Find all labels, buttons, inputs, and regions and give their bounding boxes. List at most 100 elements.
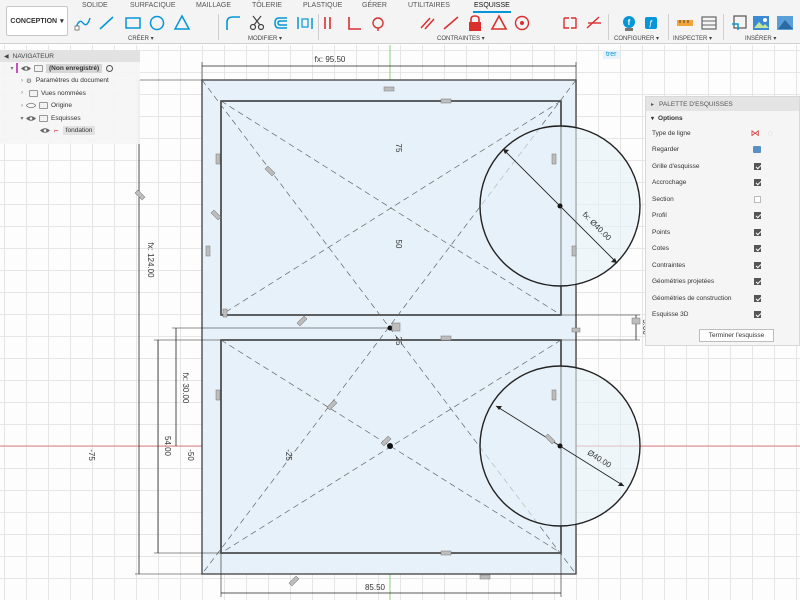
palette-row-cotes[interactable]: Cotes xyxy=(646,241,799,258)
svg-text:ƒ: ƒ xyxy=(649,19,653,28)
caret-right-icon[interactable]: › xyxy=(18,90,26,96)
checkbox[interactable] xyxy=(754,278,761,286)
nav-item-esquisses[interactable]: ▾ Esquisses xyxy=(0,112,140,125)
group-configurer[interactable]: CONFIGURER ▾ xyxy=(614,35,659,42)
insert-image-icon[interactable] xyxy=(752,14,770,32)
linetype-icon[interactable]: ⋈ xyxy=(751,128,760,139)
collinear-constraint-icon[interactable] xyxy=(442,14,460,32)
tab-maillage[interactable]: MAILLAGE xyxy=(196,2,231,9)
checkbox[interactable] xyxy=(754,245,761,253)
group-modifier[interactable]: MODIFIER ▾ xyxy=(248,35,282,42)
caret-down-icon[interactable]: ▾ xyxy=(8,65,16,72)
checkbox[interactable] xyxy=(754,294,761,302)
circle-icon[interactable] xyxy=(148,14,166,32)
checkbox[interactable] xyxy=(754,162,761,170)
tab-utilitaires[interactable]: UTILITAIRES xyxy=(408,2,450,9)
checkbox[interactable] xyxy=(754,228,761,236)
symmetry-constraint-icon[interactable] xyxy=(561,14,579,32)
palette-row-accrochage[interactable]: Accrochage xyxy=(646,175,799,192)
rectangle-icon[interactable] xyxy=(124,14,142,32)
checkbox[interactable] xyxy=(754,179,761,187)
eye-icon[interactable] xyxy=(40,127,50,134)
collapse-icon[interactable]: ▸ xyxy=(651,101,654,108)
row-label: Contraintes xyxy=(652,261,686,269)
tab-esquisse[interactable]: ESQUISSE xyxy=(474,2,510,9)
radio-icon[interactable] xyxy=(106,64,114,72)
toolbar-separator xyxy=(318,14,319,40)
row-label: Cotes xyxy=(652,245,669,253)
palette-row-geometries-construction[interactable]: Géométries de construction xyxy=(646,290,799,307)
collapse-icon[interactable]: ◀ xyxy=(4,53,9,60)
navigator-panel: ◀ NAVIGATEUR ▾ (Non enregistré) › ⚙ Para… xyxy=(0,50,140,144)
tangent-constraint-icon[interactable] xyxy=(369,14,387,32)
nav-item-fondation[interactable]: ⌐ fondation xyxy=(0,125,140,138)
palette-section-options[interactable]: ▾ Options xyxy=(646,111,799,125)
checkbox[interactable] xyxy=(754,195,761,203)
palette-row-contraintes[interactable]: Contraintes xyxy=(646,257,799,274)
equal-constraint-icon[interactable] xyxy=(585,14,603,32)
toolbar-separator xyxy=(608,14,609,40)
eye-off-icon[interactable] xyxy=(25,102,37,109)
caret-right-icon[interactable]: › xyxy=(18,103,26,109)
active-tab-indicator xyxy=(473,11,511,13)
nav-item-parametres[interactable]: › ⚙ Paramètres du document xyxy=(0,75,140,88)
tab-solide[interactable]: SOLIDE xyxy=(82,2,108,9)
tab-gerer[interactable]: GÉRER xyxy=(362,2,387,9)
eye-icon[interactable] xyxy=(21,65,31,72)
change-parameters-icon[interactable]: ƒ xyxy=(642,14,660,32)
nav-item-origine[interactable]: › Origine xyxy=(0,100,140,113)
palette-header[interactable]: ▸ PALETTE D'ESQUISSES xyxy=(646,97,799,111)
offset-icon[interactable] xyxy=(272,14,290,32)
palette-row-section[interactable]: Section xyxy=(646,191,799,208)
chevron-down-icon: ▾ xyxy=(60,18,64,25)
tab-tolerie[interactable]: TÔLERIE xyxy=(252,2,282,9)
nav-item-label: Origine xyxy=(51,102,72,110)
section-label: Options xyxy=(658,114,683,122)
mirror-icon[interactable] xyxy=(296,14,314,32)
tab-surfacique[interactable]: SURFACIQUE xyxy=(130,2,176,9)
palette-row-geometries-projetees[interactable]: Géométries projetées xyxy=(646,274,799,291)
measure-icon[interactable] xyxy=(676,14,694,32)
concentric-constraint-icon[interactable] xyxy=(513,14,531,32)
row-label: Accrochage xyxy=(652,179,687,187)
construction-toggle-icon[interactable]: ◌ xyxy=(768,128,773,138)
insert-derive-icon[interactable] xyxy=(730,14,748,32)
workspace-selector[interactable]: CONCEPTION ▾ xyxy=(6,6,68,36)
parameters-icon[interactable]: f xyxy=(620,14,638,32)
group-inserer[interactable]: INSÉRER ▾ xyxy=(745,35,776,42)
nav-item-vues-nommees[interactable]: › Vues nommées xyxy=(0,87,140,100)
tab-plastique[interactable]: PLASTIQUE xyxy=(303,2,342,9)
group-contraintes[interactable]: CONTRAINTES ▾ xyxy=(437,35,485,42)
sketch-palette: ▸ PALETTE D'ESQUISSES ▾ Options Type de … xyxy=(645,96,800,346)
checkbox[interactable] xyxy=(754,311,761,319)
palette-row-grille[interactable]: Grille d'esquisse xyxy=(646,158,799,175)
perpendicular-constraint-icon[interactable] xyxy=(345,14,363,32)
checkbox[interactable] xyxy=(754,212,761,220)
caret-right-icon[interactable]: › xyxy=(18,78,26,84)
caret-down-icon[interactable]: ▾ xyxy=(18,115,26,122)
palette-row-esquisse-3d[interactable]: Esquisse 3D xyxy=(646,307,799,324)
triangle-constraint-icon[interactable] xyxy=(490,14,508,32)
checkbox[interactable] xyxy=(754,261,761,269)
group-creer[interactable]: CRÉER ▾ xyxy=(128,35,154,42)
insert-mesh-icon[interactable] xyxy=(776,14,794,32)
nav-document-row[interactable]: ▾ (Non enregistré) xyxy=(0,62,140,75)
palette-row-regarder: Regarder xyxy=(646,142,799,159)
create-sketch-icon[interactable] xyxy=(74,14,92,32)
lock-icon[interactable] xyxy=(466,14,484,32)
eye-icon[interactable] xyxy=(26,115,36,122)
line-icon[interactable] xyxy=(98,14,116,32)
parallel-constraint-icon[interactable] xyxy=(418,14,436,32)
caret-down-icon[interactable]: ▾ xyxy=(651,115,654,122)
navigator-header[interactable]: ◀ NAVIGATEUR xyxy=(0,50,140,62)
interference-icon[interactable] xyxy=(700,14,718,32)
look-at-icon[interactable] xyxy=(753,146,761,154)
group-inspecter[interactable]: INSPECTER ▾ xyxy=(673,35,712,42)
palette-row-points[interactable]: Points xyxy=(646,224,799,241)
fillet-icon[interactable] xyxy=(224,14,242,32)
polygon-icon[interactable] xyxy=(173,14,191,32)
finish-sketch-button[interactable]: Terminer l'esquisse xyxy=(699,329,774,342)
trim-icon[interactable] xyxy=(248,14,266,32)
horizontal-vertical-constraint-icon[interactable] xyxy=(320,14,338,32)
palette-row-profil[interactable]: Profil xyxy=(646,208,799,225)
